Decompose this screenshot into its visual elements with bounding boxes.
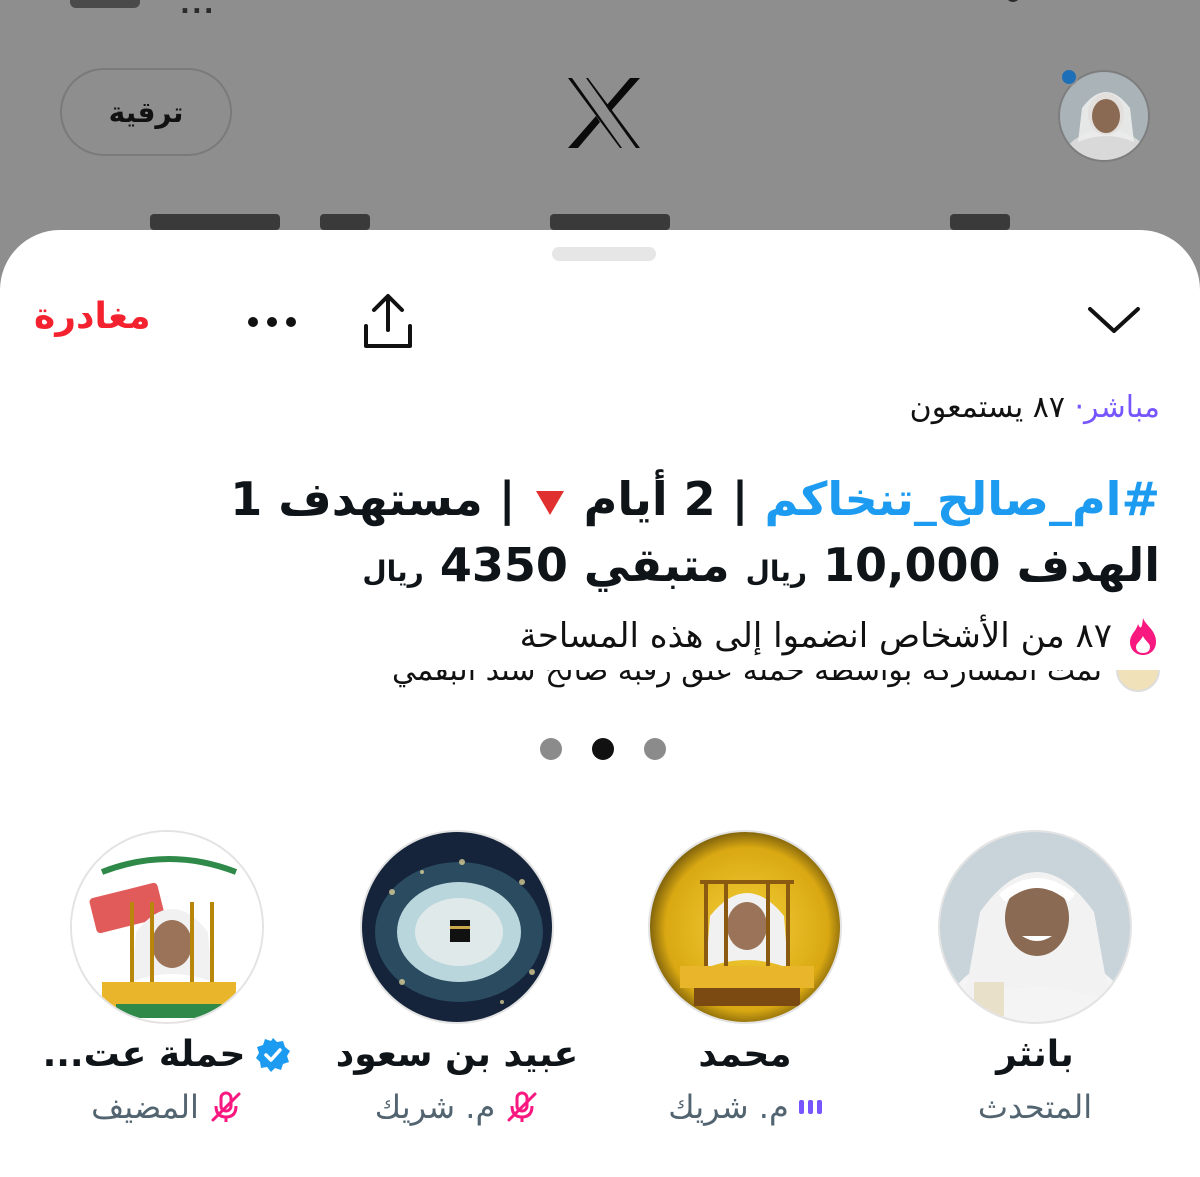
avatar[interactable] (938, 830, 1132, 1024)
participant-name: حملة عت... (42, 1034, 246, 1075)
joined-info: ٨٧ من الأشخاص انضموا إلى هذه المساحة (520, 616, 1160, 656)
participant-role-row: م. شريك (600, 1088, 890, 1126)
title-goal-amount: 10,000 (823, 538, 1001, 592)
title-currency: ريال (745, 555, 808, 588)
chevron-down-icon (1088, 307, 1140, 333)
fire-icon (1130, 618, 1156, 655)
collapse-button[interactable] (1084, 290, 1144, 350)
share-button[interactable] (356, 290, 420, 354)
title-days: | 2 أيام (583, 472, 749, 526)
space-meta: مباشر· ٨٧ يستمعون (910, 390, 1160, 425)
live-label: مباشر· (1074, 390, 1161, 425)
sheet-grabber[interactable] (552, 247, 656, 261)
status-bar-pill (70, 0, 140, 8)
carousel-dots[interactable] (540, 738, 666, 760)
avatar[interactable] (70, 830, 264, 1024)
mic-off-icon (507, 1091, 537, 1122)
notification-dot (1060, 68, 1078, 86)
participant-role-row: م. شريك (312, 1088, 602, 1126)
title-hashtag[interactable]: #ام_صالح_تنخاكم (765, 472, 1160, 526)
verified-badge-icon (256, 1037, 291, 1072)
title-goal-label: الهدف (1016, 538, 1160, 592)
carousel-dot[interactable] (644, 738, 666, 760)
participant-host[interactable]: حملة عت... المضيف (22, 830, 312, 1150)
title-remaining-amount: 4350 (439, 538, 568, 592)
participant-role: المتحدث (977, 1088, 1093, 1126)
status-bar-signal: ... (180, 0, 216, 20)
joined-text: ٨٧ من الأشخاص انضموا إلى هذه المساحة (519, 616, 1112, 656)
title-target: | مستهدف 1 (230, 472, 516, 526)
status-bar-icon (1006, 0, 1020, 2)
participant-role: م. شريك (374, 1088, 496, 1126)
participant-name: بانثر (996, 1034, 1074, 1075)
avatar[interactable] (360, 830, 554, 1024)
participant-speaker[interactable]: بانثر المتحدث (890, 830, 1180, 1150)
speaking-bars-icon (798, 1100, 822, 1114)
participant-role: المضيف (91, 1088, 199, 1126)
more-icon[interactable] (234, 302, 310, 342)
participants-row: حملة عت... المضيف عبيد بن سعود م. شريك م… (0, 830, 1200, 1150)
x-logo-icon[interactable] (564, 76, 644, 150)
shared-by-row[interactable]: تمت المشاركة بواسطة حملة عتق رقبة صالح س… (300, 670, 1160, 708)
participant-name-row: بانثر (890, 1034, 1180, 1075)
space-title: #ام_صالح_تنخاكم | 2 أيام | مستهدف 1 الهد… (40, 466, 1160, 605)
share-icon (364, 294, 412, 348)
red-triangle-icon (535, 490, 564, 515)
space-sheet: مغادرة مباشر· ٨٧ يستمعون #ام_صالح_تنخاكم… (0, 230, 1200, 1177)
shared-by-text: تمت المشاركة بواسطة حملة عتق رقبة صالح س… (392, 670, 1102, 688)
participant-role-row: المتحدث (890, 1088, 1180, 1126)
participant-cohost[interactable]: عبيد بن سعود م. شريك (312, 830, 602, 1150)
carousel-dot-active[interactable] (592, 738, 614, 760)
listeners-count: ٨٧ يستمعون (909, 390, 1065, 425)
participant-name-row: محمد (600, 1034, 890, 1075)
leave-button[interactable]: مغادرة (34, 296, 151, 337)
participant-role-row: المضيف (22, 1088, 312, 1126)
mic-off-icon (211, 1091, 241, 1122)
participant-name-row: حملة عت... (22, 1034, 312, 1075)
participant-name-row: عبيد بن سعود (312, 1034, 602, 1075)
participant-role: م. شريك (668, 1088, 789, 1126)
participant-name: محمد (698, 1034, 792, 1075)
avatar[interactable] (648, 830, 842, 1024)
participant-name: عبيد بن سعود (335, 1034, 579, 1075)
title-remaining-label: متبقي (583, 538, 730, 592)
participant-cohost[interactable]: محمد م. شريك (600, 830, 890, 1150)
upgrade-button[interactable]: ترقية (60, 68, 232, 156)
carousel-dot[interactable] (540, 738, 562, 760)
title-currency: ريال (362, 555, 424, 588)
campaign-avatar (1116, 670, 1160, 692)
